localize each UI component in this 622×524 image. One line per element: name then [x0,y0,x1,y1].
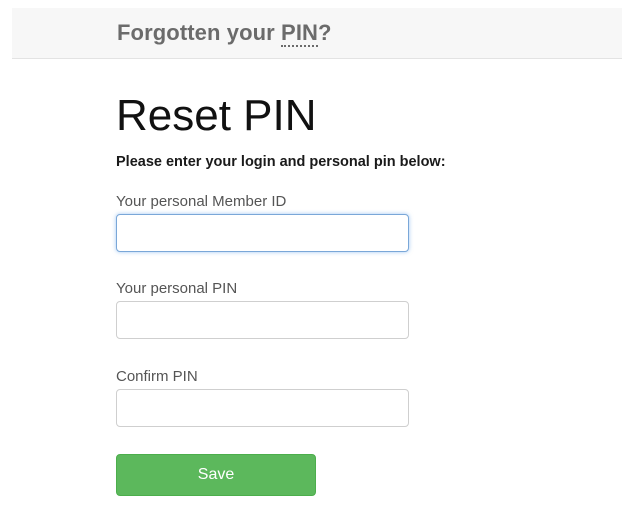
reset-pin-form: Reset PIN Please enter your login and pe… [116,90,576,496]
header-title-prefix: Forgotten your [117,20,282,45]
member-id-group: Your personal Member ID [116,193,409,252]
page-title: Reset PIN [116,91,317,140]
pin-abbreviation: PIN [281,20,319,47]
header-title-suffix: ? [318,20,332,45]
page: Forgotten your PIN? Reset PIN Please ent… [0,0,622,524]
personal-pin-input[interactable] [116,301,409,339]
confirm-pin-input[interactable] [116,389,409,427]
personal-pin-label: Your personal PIN [116,280,238,297]
confirm-pin-group: Confirm PIN [116,368,409,427]
member-id-input[interactable] [116,214,409,252]
header-bar: Forgotten your PIN? [12,8,622,59]
personal-pin-group: Your personal PIN [116,280,409,339]
member-id-label: Your personal Member ID [116,193,287,210]
save-button[interactable]: Save [116,454,316,496]
header-title: Forgotten your PIN? [117,20,332,47]
confirm-pin-label: Confirm PIN [116,368,198,385]
instructions-text: Please enter your login and personal pin… [116,154,446,170]
